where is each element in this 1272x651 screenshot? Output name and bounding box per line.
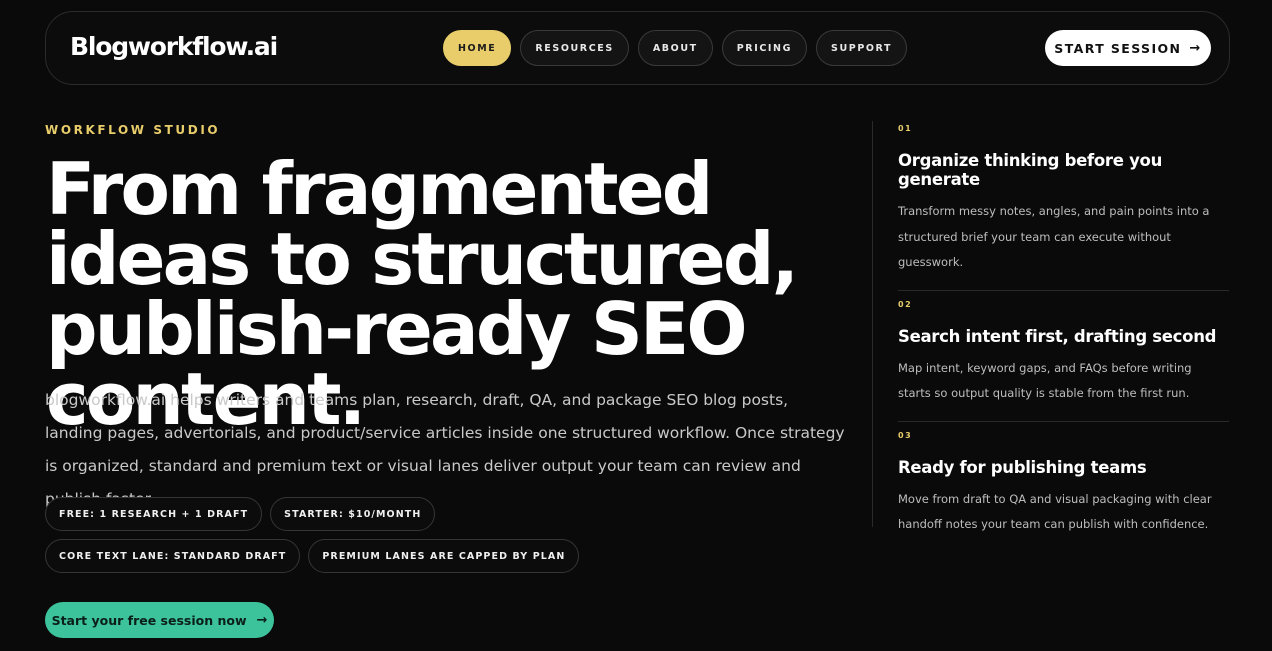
nav-link-home[interactable]: HOME [443,30,512,66]
chip-core-text-lane: CORE TEXT LANE: STANDARD DRAFT [45,539,301,573]
step-title: Ready for publishing teams [898,457,1147,477]
nav-link-about[interactable]: ABOUT [637,30,713,66]
step-number: 03 [898,430,913,440]
workflow-steps: 01 Organize thinking before you generate… [898,115,1229,538]
start-session-button[interactable]: START SESSION → [1045,30,1211,66]
arrow-right-icon: → [256,612,268,628]
step-body: Move from draft to QA and visual packagi… [898,491,1212,532]
step-title: Organize thinking before you generate [898,151,1163,189]
step-divider [898,289,1229,291]
chip-free: FREE: 1 RESEARCH + 1 DRAFT [45,497,263,531]
step-title: Search intent first, drafting second [898,326,1217,346]
logo[interactable]: Blogworkflow.ai [70,32,278,61]
start-session-label: START SESSION [1054,40,1182,56]
step-number: 01 [898,124,913,133]
nav-link-support[interactable]: SUPPORT [816,30,908,66]
start-free-session-button[interactable]: Start your free session now → [45,602,274,638]
nav-links: HOME RESOURCES ABOUT PRICING SUPPORT [443,30,908,66]
column-divider [872,121,873,527]
chip-starter: STARTER: $10/MONTH [270,497,436,531]
nav-link-resources[interactable]: RESOURCES [520,30,629,66]
start-free-session-label: Start your free session now [51,612,247,628]
step-body: Transform messy notes, angles, and pain … [898,204,1210,269]
step-item: 01 Organize thinking before you generate… [898,124,1229,276]
nav-link-pricing[interactable]: PRICING [721,30,807,66]
landing-page: Blogworkflow.ai HOME RESOURCES ABOUT PRI… [0,0,1272,651]
plan-chips: FREE: 1 RESEARCH + 1 DRAFT STARTER: $10/… [45,497,685,573]
step-item: 03 Ready for publishing teams Move from … [898,431,1229,538]
top-nav: Blogworkflow.ai HOME RESOURCES ABOUT PRI… [45,11,1230,85]
eyebrow: WORKFLOW STUDIO [45,123,221,137]
step-item: 02 Search intent first, drafting second … [898,300,1229,407]
step-body: Map intent, keyword gaps, and FAQs befor… [898,360,1192,401]
chip-premium-lanes: PREMIUM LANES ARE CAPPED BY PLAN [308,539,580,573]
step-divider [898,420,1229,422]
arrow-right-icon: → [1189,40,1202,56]
step-number: 02 [898,299,913,309]
